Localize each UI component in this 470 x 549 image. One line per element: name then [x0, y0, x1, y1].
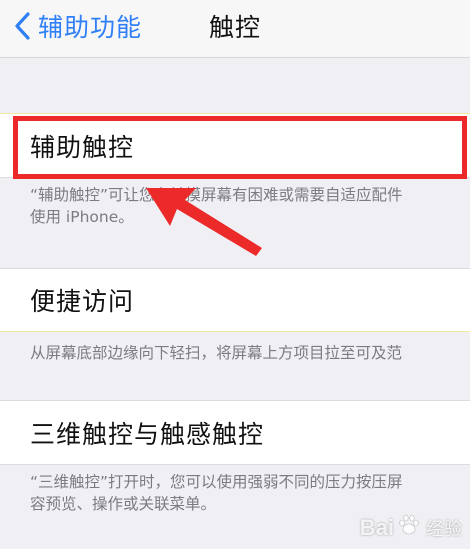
reachability-cell[interactable]: 便捷访问: [0, 268, 470, 332]
watermark-text-right: 经验: [426, 519, 462, 539]
three-d-touch-footer-line: “三维触控”打开时，您可以使用强弱不同的压力按压屏: [30, 473, 403, 491]
three-d-touch-cell[interactable]: 三维触控与触感触控: [0, 400, 470, 465]
assistive-touch-label: 辅助触控: [30, 132, 135, 162]
reachability-label: 便捷访问: [30, 287, 135, 316]
navigation-bar: 辅助功能 触控: [0, 0, 470, 58]
chevron-left-icon: [14, 12, 32, 40]
paw-icon: [394, 513, 424, 543]
back-label: 辅助功能: [38, 13, 143, 42]
three-d-touch-footer: “三维触控”打开时，您可以使用强弱不同的压力按压屏 容预览、操作或关联菜单。: [30, 471, 470, 515]
watermark-text-left: Bai: [359, 515, 394, 540]
back-button[interactable]: 辅助功能: [14, 0, 142, 52]
three-d-touch-footer-line: 容预览、操作或关联菜单。: [30, 495, 217, 513]
reachability-footer-line: 从屏幕底部边缘向下轻扫，将屏幕上方项目拉至可及范: [30, 344, 403, 362]
assistive-touch-cell[interactable]: 辅助触控: [0, 113, 470, 178]
assistive-touch-footer: “辅助触控”可让您在触摸屏幕有困难或需要自适应配件 使用 iPhone。: [30, 184, 470, 228]
assistive-touch-footer-line: 使用 iPhone。: [30, 208, 134, 226]
assistive-touch-footer-line: “辅助触控”可让您在触摸屏幕有困难或需要自适应配件: [30, 186, 403, 204]
three-d-touch-label: 三维触控与触感触控: [30, 419, 265, 449]
watermark: Bai 经验: [360, 513, 462, 543]
reachability-footer: 从屏幕底部边缘向下轻扫，将屏幕上方项目拉至可及范: [30, 342, 470, 364]
